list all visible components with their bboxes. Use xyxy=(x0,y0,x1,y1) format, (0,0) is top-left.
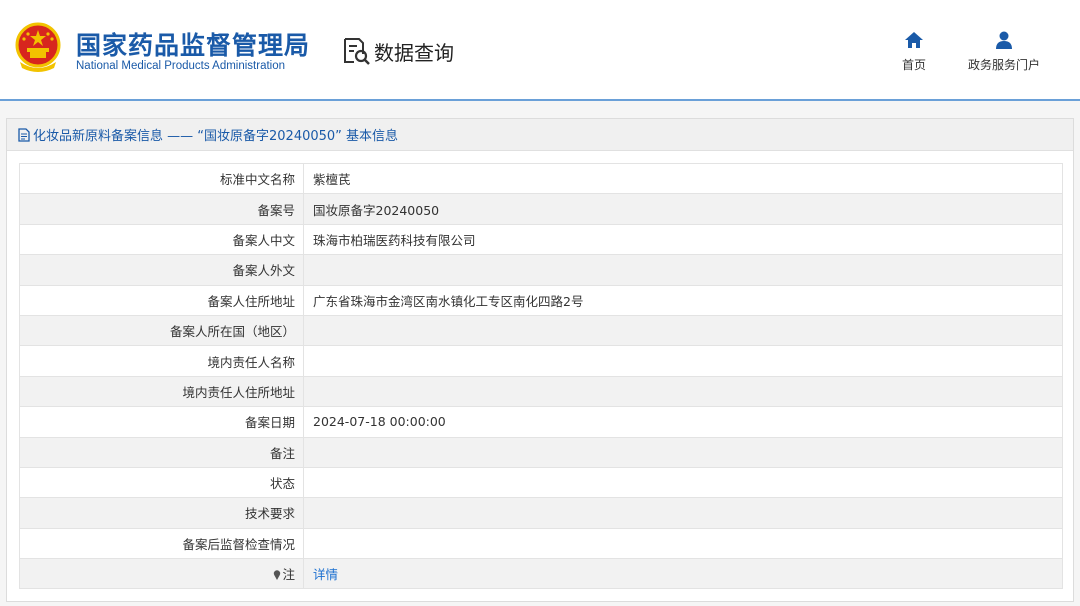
note-label-cell: 注 xyxy=(19,558,304,590)
row-value xyxy=(303,254,1063,286)
row-value xyxy=(303,436,1063,468)
detail-link[interactable]: 详情 xyxy=(313,567,338,582)
table-row: 状态 xyxy=(19,466,1063,499)
table-row: 境内责任人住所地址 xyxy=(19,375,1063,408)
row-value: 2024-07-18 00:00:00 xyxy=(303,406,1063,438)
row-value xyxy=(303,345,1063,377)
panel-title-text: 化妆品新原料备案信息 —— “国妆原备字20240050” 基本信息 xyxy=(33,129,399,144)
org-name-en: National Medical Products Administration xyxy=(76,60,286,72)
site-header: 国家药品监督管理局 National Medical Products Admi… xyxy=(0,0,1080,101)
table-row: 备案人所在国（地区） xyxy=(19,314,1063,347)
row-label: 备案号 xyxy=(19,193,304,225)
nav-service-portal[interactable]: 政务服务门户 xyxy=(964,30,1044,73)
row-label: 技术要求 xyxy=(19,497,304,529)
org-name-cn: 国家药品监督管理局 xyxy=(76,31,311,60)
national-emblem-icon xyxy=(15,22,61,72)
nav-home[interactable]: 首页 xyxy=(900,30,928,73)
table-row: 备案人住所地址 广东省珠海市金湾区南水镇化工专区南化四路2号 xyxy=(19,284,1063,316)
search-title: 数据查询 xyxy=(374,40,454,65)
nav-home-label: 首页 xyxy=(901,58,926,72)
table-row: 备案人外文 xyxy=(19,254,1063,286)
row-value xyxy=(303,466,1063,499)
row-value xyxy=(303,314,1063,347)
document-icon xyxy=(18,127,30,142)
row-label: 备注 xyxy=(19,436,304,468)
table-row: 备案后监督检查情况 xyxy=(19,527,1063,560)
table-row: 备案号 国妆原备字20240050 xyxy=(19,193,1063,225)
row-value: 国妆原备字20240050 xyxy=(303,193,1063,225)
row-value: 珠海市柏瑞医药科技有限公司 xyxy=(303,223,1063,256)
row-value xyxy=(303,527,1063,560)
row-label: 备案日期 xyxy=(19,406,304,438)
row-label: 备案人中文 xyxy=(19,223,304,256)
record-panel: 化妆品新原料备案信息 —— “国妆原备字20240050” 基本信息 标准中文名… xyxy=(6,118,1074,602)
pin-icon xyxy=(274,570,281,581)
data-query-title: 数据查询 xyxy=(342,36,454,66)
table-row: 备案日期 2024-07-18 00:00:00 xyxy=(19,406,1063,438)
home-icon xyxy=(905,32,923,48)
note-label: 注 xyxy=(282,567,295,583)
row-label: 备案人外文 xyxy=(19,254,304,286)
table-row: 备案人中文 珠海市柏瑞医药科技有限公司 xyxy=(19,223,1063,256)
row-label: 境内责任人名称 xyxy=(19,345,304,377)
row-value: 广东省珠海市金湾区南水镇化工专区南化四路2号 xyxy=(303,284,1063,316)
row-value xyxy=(303,497,1063,529)
user-icon xyxy=(996,31,1012,49)
nav-portal-label: 政务服务门户 xyxy=(967,58,1040,72)
record-table: 标准中文名称 紫檀芪 备案号 国妆原备字20240050 备案人中文 珠海市柏瑞… xyxy=(19,162,1063,590)
row-label: 备案后监督检查情况 xyxy=(19,527,304,560)
row-label: 标准中文名称 xyxy=(19,162,304,195)
panel-title: 化妆品新原料备案信息 —— “国妆原备字20240050” 基本信息 xyxy=(7,119,1073,151)
row-label: 备案人住所地址 xyxy=(19,284,304,316)
row-value: 紫檀芪 xyxy=(303,162,1063,195)
table-row: 标准中文名称 紫檀芪 xyxy=(19,162,1063,195)
note-value-cell: 详情 xyxy=(303,558,1063,590)
row-label: 境内责任人住所地址 xyxy=(19,375,304,408)
row-label: 备案人所在国（地区） xyxy=(19,314,304,347)
table-row: 境内责任人名称 xyxy=(19,345,1063,377)
table-row: 技术要求 xyxy=(19,497,1063,529)
row-label: 状态 xyxy=(19,466,304,499)
table-row-note: 注 详情 xyxy=(19,558,1063,590)
row-value xyxy=(303,375,1063,408)
document-search-icon xyxy=(344,38,370,65)
table-row: 备注 xyxy=(19,436,1063,468)
